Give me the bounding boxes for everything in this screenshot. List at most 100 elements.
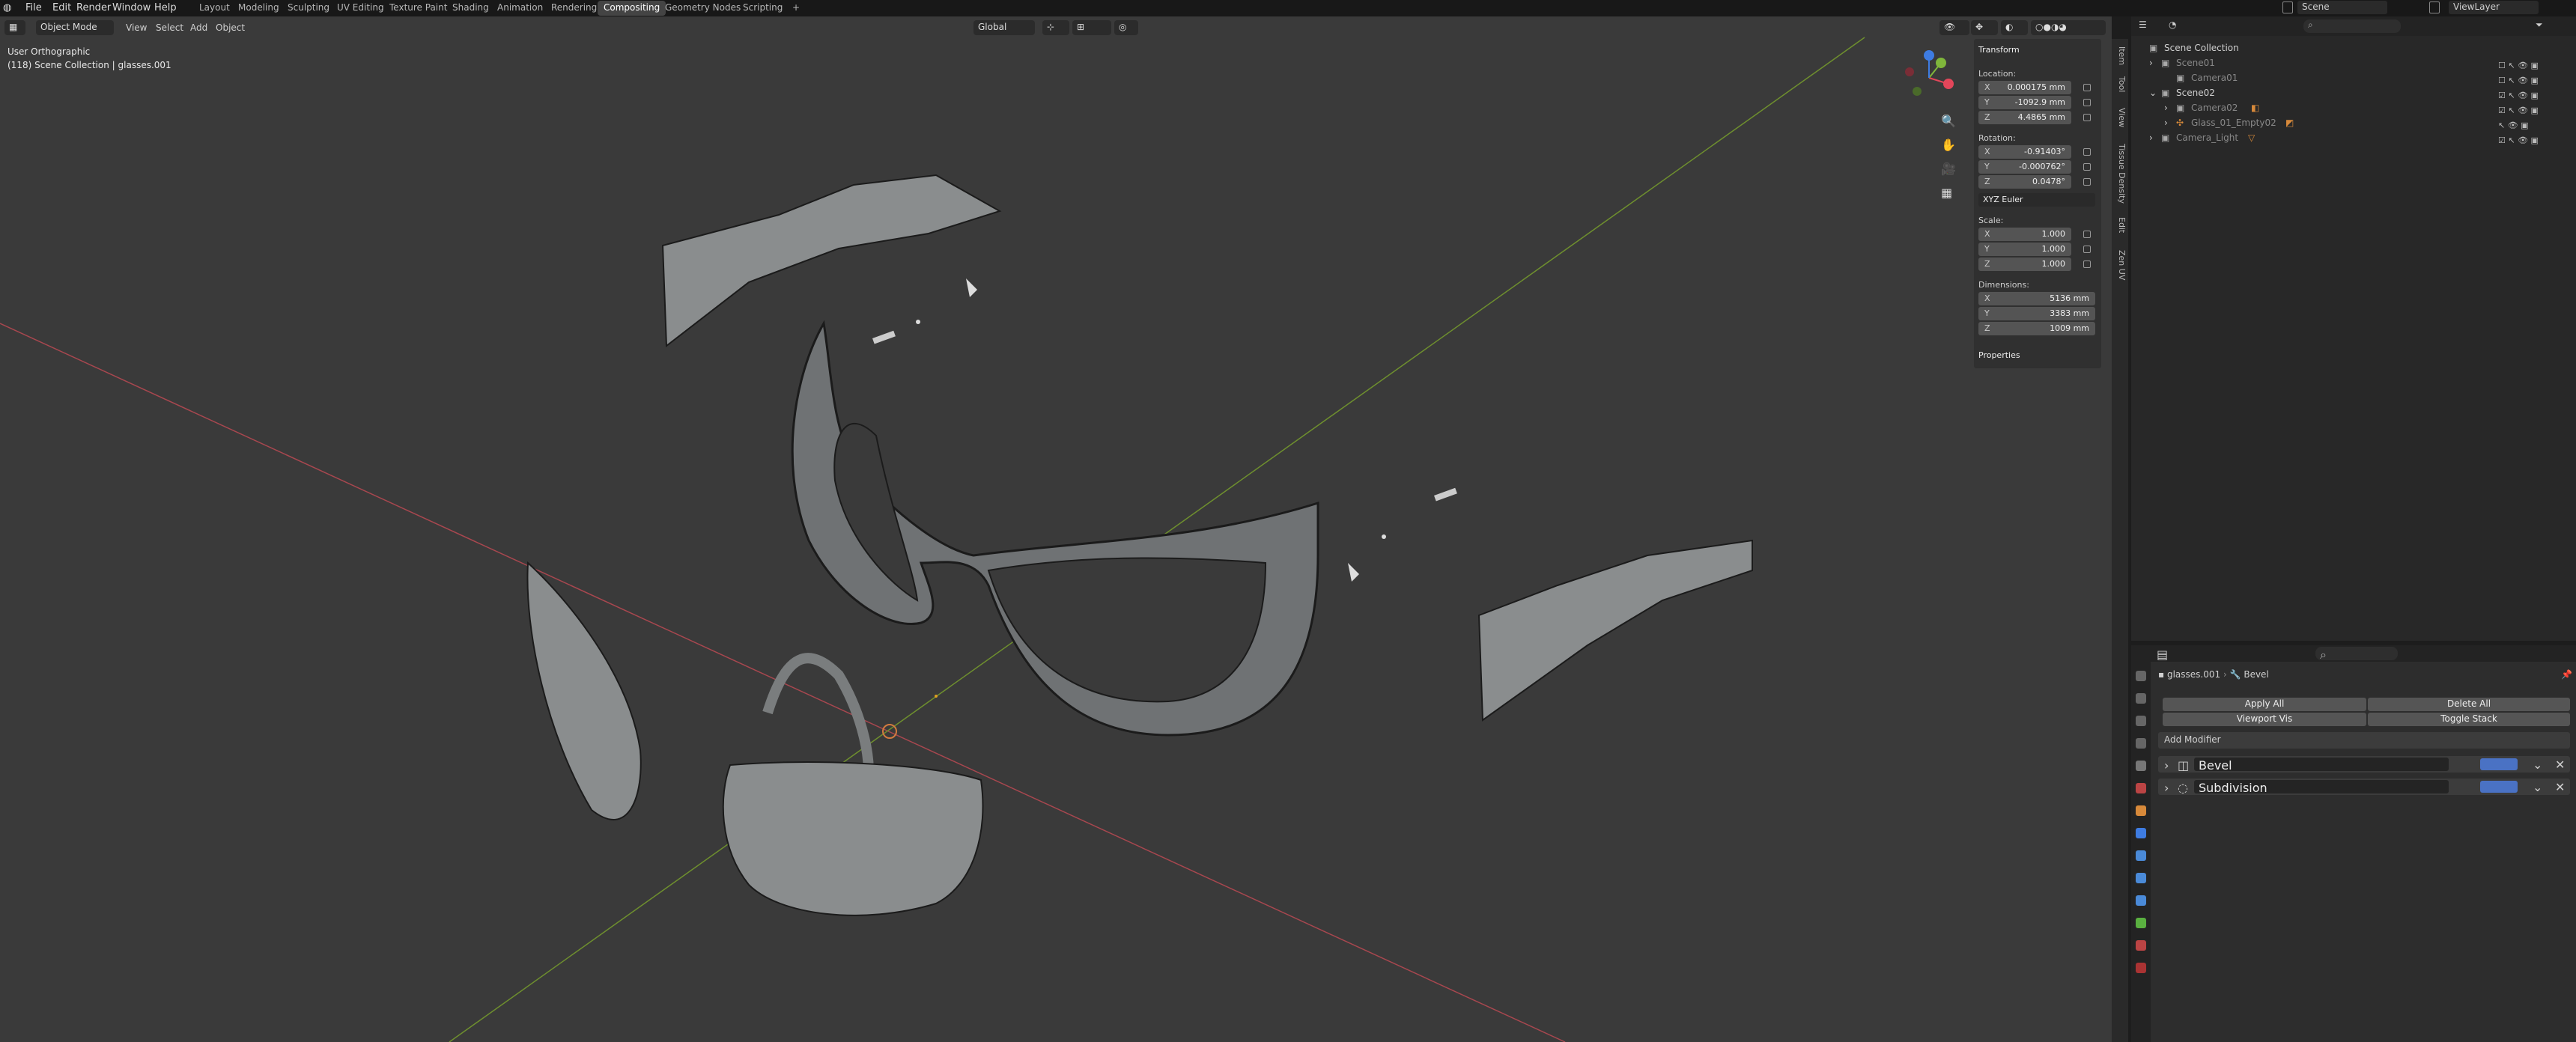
restriction-toggles[interactable]: ☐ ↖ 👁 ▣ ☐ ↖ 👁 ▣ ☑ ↖ 👁 ▣ ☑ ↖ 👁 ▣ ↖ 👁 ▣ ☑ ↖ 👁 ▣ (2498, 58, 2566, 145)
orientation-dropdown[interactable]: Global (973, 20, 1035, 35)
properties-panel-header[interactable]: Properties (1978, 350, 2020, 360)
tab-item[interactable]: Item (2113, 46, 2127, 65)
collapse-arrow-icon[interactable]: ⌄ (2149, 88, 2157, 98)
view-layer-tab-icon[interactable] (2136, 738, 2146, 749)
display-mode-icon[interactable]: ◔ (2169, 19, 2176, 30)
lock-icon[interactable] (2083, 260, 2091, 268)
blender-logo-icon[interactable]: ◍ (3, 2, 11, 13)
tab-tool[interactable]: Tool (2113, 76, 2127, 92)
snap-icon[interactable]: ⊞ (1072, 20, 1111, 35)
menu-help[interactable]: Help (154, 2, 177, 13)
scale-z-field[interactable]: Z 1.000 (1978, 258, 2071, 271)
overlay-icon[interactable]: ◐ (2001, 20, 2028, 35)
filter-icon[interactable]: ⏷ (2536, 19, 2543, 31)
texture-tab-icon[interactable] (2136, 963, 2146, 973)
3d-viewport[interactable] (0, 16, 2112, 1042)
workspace-tab-shading[interactable]: Shading (446, 1, 495, 16)
tab-view[interactable]: View (2113, 108, 2127, 127)
constraints-tab-icon[interactable] (2136, 895, 2146, 906)
workspace-tab-animation[interactable]: Animation (491, 1, 549, 16)
workspace-tab-geometry-nodes[interactable]: Geometry Nodes (659, 1, 747, 16)
menu-window[interactable]: Window (112, 2, 151, 13)
material-tab-icon[interactable] (2136, 940, 2146, 951)
transform-header[interactable]: Transform (1978, 45, 2020, 55)
viewport-menu-select[interactable]: Select (156, 22, 183, 33)
chevron-down-icon[interactable]: ⌄ (2533, 758, 2542, 772)
navigation-gizmo[interactable] (1899, 48, 1959, 108)
gizmo-icon[interactable]: ✥ (1971, 20, 1998, 35)
modifier-panel[interactable]: › ◫ Bevel ⌄ ✕ (2158, 756, 2570, 773)
editor-type-icon[interactable]: ▦ (4, 20, 25, 35)
workspace-tab-compositing[interactable]: Compositing (598, 1, 666, 16)
workspace-tab-uv-editing[interactable]: UV Editing (331, 1, 390, 16)
rotation-mode-dropdown[interactable]: XYZ Euler (1978, 193, 2095, 207)
delete-all-button[interactable]: Delete All (2368, 698, 2570, 711)
modifier-panel[interactable]: › ◌ Subdivision ⌄ ✕ (2158, 779, 2570, 795)
modifier-visibility-icons[interactable] (2480, 758, 2518, 770)
properties-search-input[interactable] (2315, 647, 2398, 660)
viewport-menu-view[interactable]: View (126, 22, 147, 33)
expand-arrow-icon[interactable]: › (2164, 118, 2168, 128)
lock-icon[interactable] (2083, 84, 2091, 91)
workspace-tab-modeling[interactable]: Modeling (232, 1, 285, 16)
dimensions-x-field[interactable]: X 5136 mm (1978, 292, 2095, 305)
expand-arrow-icon[interactable]: › (2164, 103, 2168, 113)
scale-y-field[interactable]: Y 1.000 (1978, 243, 2071, 256)
rotation-y-field[interactable]: Y -0.000762° (1978, 160, 2071, 174)
pivot-icon[interactable]: ⊹ (1042, 20, 1069, 35)
expand-arrow-icon[interactable]: › (2149, 58, 2153, 68)
workspace-tab-rendering[interactable]: Rendering (545, 1, 603, 16)
close-icon[interactable]: ✕ (2555, 758, 2565, 772)
data-tab-icon[interactable] (2136, 918, 2146, 928)
proportional-edit-icon[interactable]: ◎ (1114, 20, 1138, 35)
scene-selector[interactable]: Scene (2297, 1, 2387, 14)
add-modifier-dropdown[interactable]: Add Modifier (2158, 732, 2570, 749)
outliner-editor-icon[interactable]: ☰ (2139, 19, 2147, 30)
world-tab-icon[interactable] (2136, 783, 2146, 793)
location-x-field[interactable]: X 0.000175 mm (1978, 81, 2071, 94)
zoom-icon[interactable]: 🔍 (1941, 114, 1956, 128)
outliner-search-input[interactable] (2303, 19, 2401, 33)
close-icon[interactable]: ✕ (2555, 780, 2565, 794)
lock-icon[interactable] (2083, 114, 2091, 121)
modifier-tab-icon[interactable] (2136, 828, 2146, 838)
scale-x-field[interactable]: X 1.000 (1978, 228, 2071, 241)
shading-mode-icon[interactable]: ○●◑◕ (2031, 20, 2106, 35)
camera-view-icon[interactable]: 🎥 (1941, 162, 1956, 176)
modifier-name-field[interactable]: Subdivision (2194, 780, 2449, 795)
menu-file[interactable]: File (25, 2, 42, 13)
outliner[interactable]: ☰ ◔ ⌕ ⏷ ▣ Scene Collection › ▣ Scene01 ▣ Cam… (2131, 16, 2576, 645)
lock-icon[interactable] (2083, 148, 2091, 156)
expand-arrow-icon[interactable]: › (2164, 758, 2169, 773)
properties-editor-icon[interactable]: ▤ (2157, 648, 2168, 662)
pin-icon[interactable]: 📌 (2561, 669, 2572, 680)
dimensions-z-field[interactable]: Z 1009 mm (1978, 322, 2095, 335)
viewlayer-selector[interactable]: ViewLayer (2449, 1, 2539, 14)
lock-icon[interactable] (2083, 178, 2091, 186)
output-tab-icon[interactable] (2136, 716, 2146, 726)
workspace-tab-layout[interactable]: Layout (193, 1, 236, 16)
lock-icon[interactable] (2083, 99, 2091, 106)
location-y-field[interactable]: Y -1092.9 mm (1978, 96, 2071, 109)
add-workspace-button[interactable]: + (786, 1, 806, 16)
tab-tissue-density[interactable]: Tissue Density (2113, 144, 2127, 204)
scene-tab-icon[interactable] (2136, 761, 2146, 771)
expand-arrow-icon[interactable]: › (2149, 132, 2153, 143)
particles-tab-icon[interactable] (2136, 850, 2146, 861)
viewlayer-icon[interactable] (2429, 1, 2440, 13)
toggle-stack-button[interactable]: Toggle Stack (2368, 713, 2570, 726)
pan-hand-icon[interactable]: ✋ (1941, 138, 1956, 152)
viewport-vis-button[interactable]: Viewport Vis (2163, 713, 2366, 726)
outliner-row[interactable]: ▣ Scene Collection (2131, 40, 2576, 55)
dimensions-y-field[interactable]: Y 3383 mm (1978, 307, 2095, 320)
physics-tab-icon[interactable] (2136, 873, 2146, 883)
workspace-tab-texture-paint[interactable]: Texture Paint (383, 1, 453, 16)
modifier-visibility-icons[interactable] (2480, 781, 2518, 793)
render-tab-icon[interactable] (2136, 693, 2146, 704)
lock-icon[interactable] (2083, 246, 2091, 253)
rotation-x-field[interactable]: X -0.91403° (1978, 145, 2071, 159)
workspace-tab-sculpting[interactable]: Sculpting (282, 1, 335, 16)
lock-icon[interactable] (2083, 231, 2091, 238)
apply-all-button[interactable]: Apply All (2163, 698, 2366, 711)
visibility-icon[interactable]: 👁 (1939, 20, 1969, 35)
